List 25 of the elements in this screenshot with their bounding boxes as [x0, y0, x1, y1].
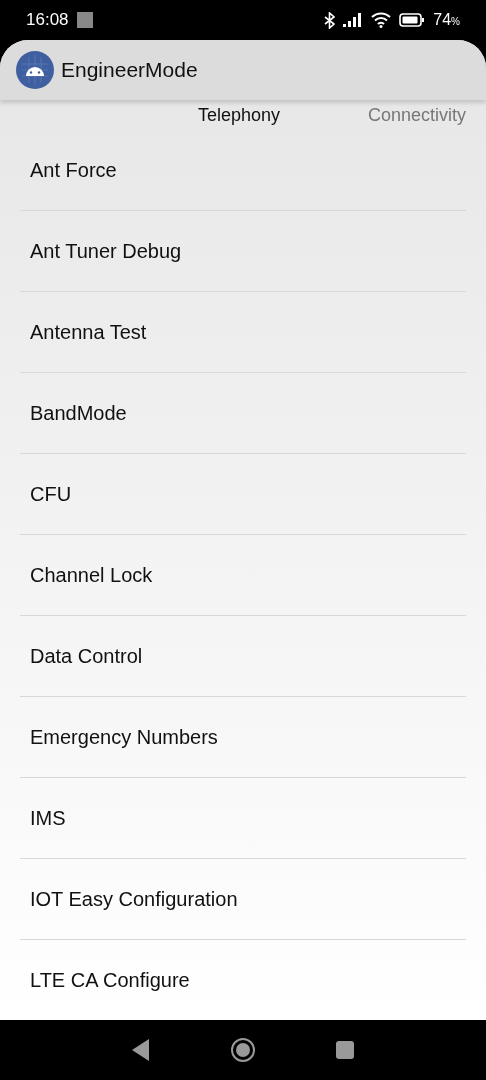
- tab[interactable]: Connectivity: [368, 101, 467, 129]
- list-item[interactable]: Emergency Numbers: [30, 722, 218, 752]
- battery-icon: [399, 13, 426, 27]
- list-item[interactable]: CFU: [30, 479, 72, 509]
- list-item[interactable]: Channel Lock: [30, 560, 153, 590]
- wifi-icon: [371, 12, 392, 28]
- notification-icon: [76, 12, 93, 28]
- android-app-icon: [16, 51, 54, 89]
- battery-percent: %: [451, 16, 460, 29]
- signal-icon: [343, 13, 364, 27]
- bluetooth-icon: [324, 11, 336, 29]
- list-item[interactable]: Antenna Test: [30, 317, 147, 347]
- status-time: 16:08: [26, 9, 69, 32]
- list-item[interactable]: LTE CA Configure: [30, 965, 190, 995]
- app-title: EngineerMode: [61, 57, 198, 84]
- battery-level: 74: [433, 10, 452, 30]
- list-item[interactable]: IOT Easy Configuration: [30, 884, 238, 914]
- list-item[interactable]: Ant Force: [30, 155, 117, 185]
- home-icon[interactable]: [230, 1037, 256, 1063]
- tab[interactable]: Telephony: [198, 101, 281, 129]
- list-item[interactable]: IMS: [30, 803, 66, 833]
- list-item[interactable]: Data Control: [30, 641, 143, 671]
- list-item[interactable]: BandMode: [30, 398, 127, 428]
- back-icon[interactable]: [132, 1039, 150, 1061]
- list-item[interactable]: Ant Tuner Debug: [30, 236, 182, 266]
